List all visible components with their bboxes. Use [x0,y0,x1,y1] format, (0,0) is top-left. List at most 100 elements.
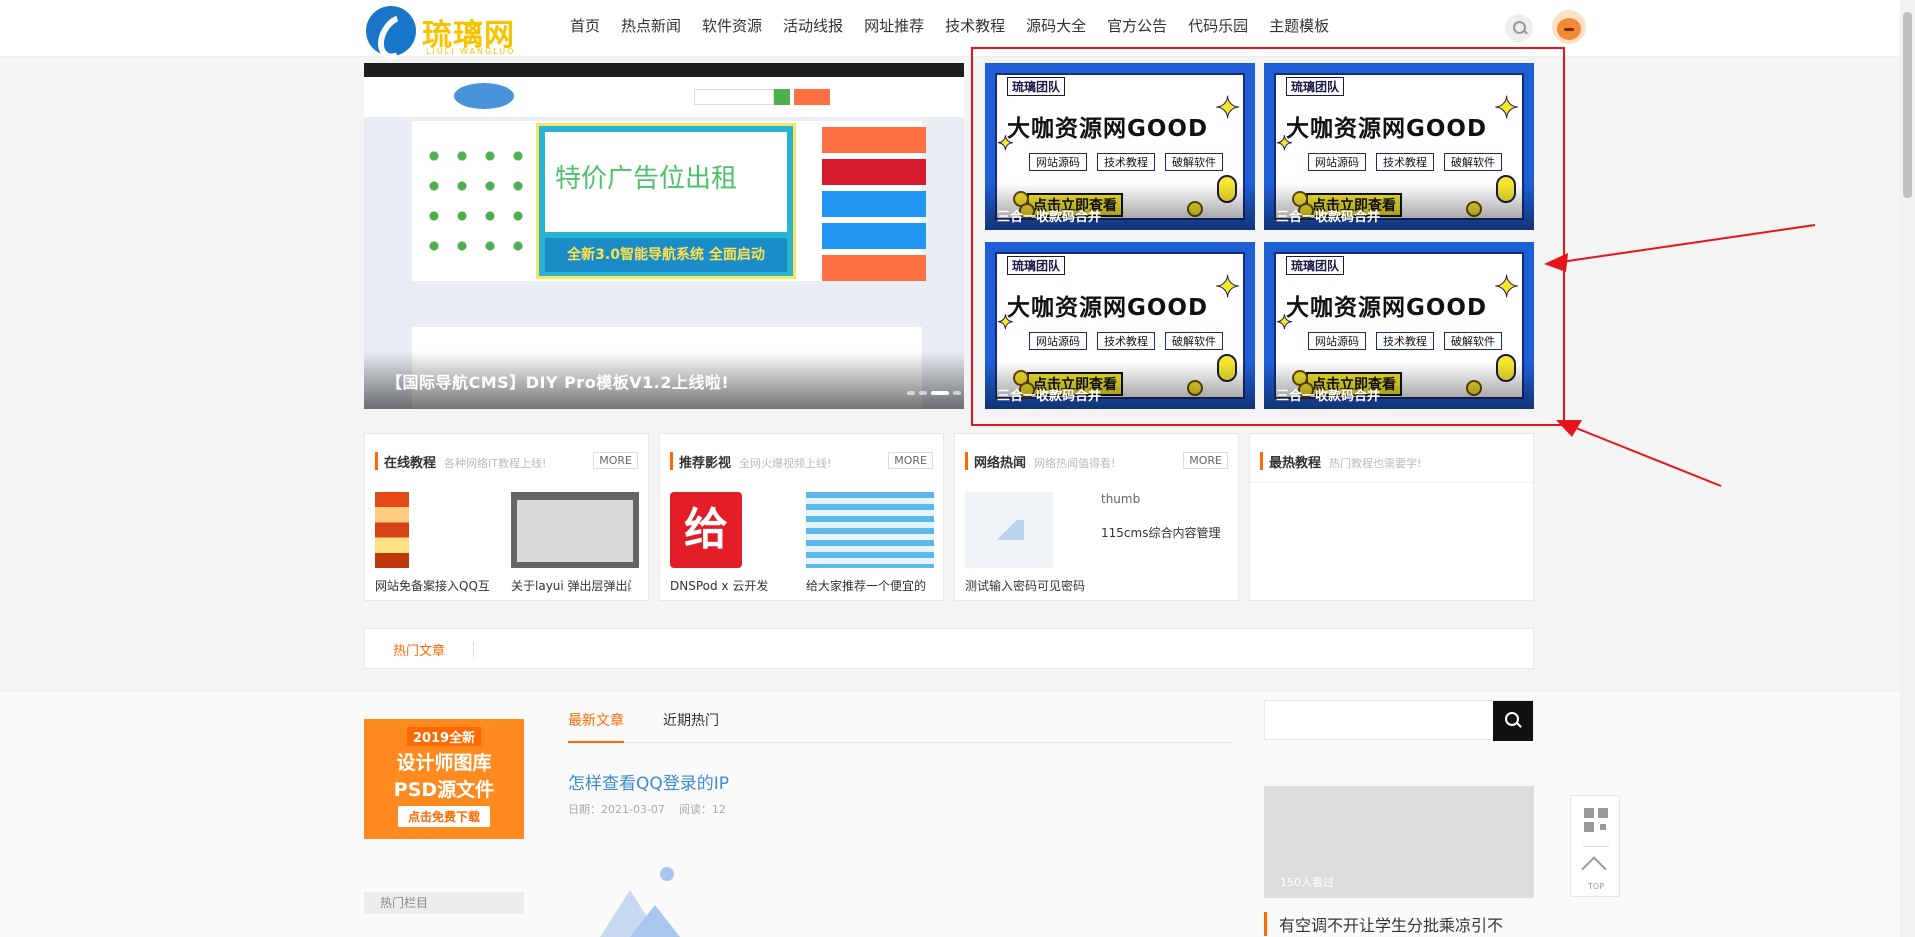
ad-tile[interactable]: 琉璃团队大咖资源网GOOD✦✦网站源码技术教程破解软件点击立即查看三合一收款码合… [985,242,1255,409]
broken-image-alt[interactable]: thumb [1101,492,1140,506]
ad-team-label: 琉璃团队 [1007,256,1066,275]
ad-tag: 网站源码 [1029,332,1087,350]
item-thumbnail[interactable]: 给 [670,492,742,568]
slider-dots[interactable] [907,391,964,395]
nav-item-themes[interactable]: 主题模板 [1269,16,1329,36]
more-button[interactable]: MORE [1183,452,1228,469]
back-to-top-label[interactable]: TOP [1571,882,1621,891]
slider-ad-banner: 特价广告位出租 全新3.0智能导航系统 全面启动 [536,123,796,279]
card-title: 最热教程 热门教程也需要学! [1260,452,1421,471]
slider-ad-handwriting: 特价广告位出租 [555,164,738,194]
hot-articles-label[interactable]: 热门文章 [393,640,445,659]
ad-tags: 网站源码 技术教程 破解软件 [1029,153,1233,171]
nav-item-source-code[interactable]: 源码大全 [1026,16,1086,36]
slider-dot[interactable] [919,391,927,395]
ad-tile[interactable]: 琉璃团队大咖资源网GOOD✦✦网站源码技术教程破解软件点击立即查看三合一收款码合… [1264,242,1534,409]
nav-item-home[interactable]: 首页 [570,16,600,36]
tab-recent-hot[interactable]: 近期热门 [663,710,719,743]
nav-item-announcements[interactable]: 官方公告 [1107,16,1167,36]
page-scrollbar[interactable] [1900,0,1915,937]
placeholder-image-icon[interactable] [965,492,1053,568]
item-title[interactable]: DNSPod x 云开发 [670,577,790,594]
card-divider [1250,482,1533,483]
item-title[interactable]: 关于layui 弹出层弹出闪 [511,577,631,594]
nav-item-activities[interactable]: 活动线报 [783,16,843,36]
item-thumbnail[interactable] [511,492,639,568]
slider-dot-active[interactable] [931,391,949,395]
item-thumbnail[interactable] [806,492,934,568]
ad-tag: 破解软件 [1444,153,1502,171]
avatar[interactable] [1552,10,1586,44]
featured-title[interactable]: 有空调不开让学生分批乘凉引不 [1264,912,1534,936]
post-title[interactable]: 怎样查看QQ登录的IP [568,769,729,794]
ad-tags: 网站源码 技术教程 破解软件 [1308,332,1512,350]
ad-tag: 技术教程 [1376,332,1434,350]
star-icon: ✦ [997,310,1015,335]
ad-headline: 大咖资源网GOOD [1007,116,1209,142]
ad-caption[interactable]: 三合一收款码合并 [1276,206,1380,225]
star-icon: ✦ [1276,310,1294,335]
back-to-top-icon[interactable] [1581,856,1607,882]
post-meta: 日期：2021-03-07 阅读：12 [568,803,726,816]
divider [473,642,474,657]
slider-side-ads [822,127,926,281]
star-icon: ✦ [997,131,1015,156]
nav-item-hot-news[interactable]: 热点新闻 [621,16,681,36]
ad-tags: 网站源码 技术教程 破解软件 [1308,153,1512,171]
ad-tag: 破解软件 [1444,332,1502,350]
slider-caption[interactable]: 【国际导航CMS】DIY Pro模板V1.2上线啦! [386,369,729,393]
ad-tag: 技术教程 [1097,153,1155,171]
slider-icon-grid [420,141,530,261]
search-icon[interactable] [1505,14,1533,42]
more-button[interactable]: MORE [593,452,638,469]
star-icon: ✦ [1276,131,1294,156]
slider-dot[interactable] [953,391,961,395]
ad-caption[interactable]: 三合一收款码合并 [997,206,1101,225]
slider-ad-canvas: 特价广告位出租 [545,132,787,232]
ad-tag: 网站源码 [1308,153,1366,171]
ad-caption[interactable]: 三合一收款码合并 [997,385,1101,404]
search-icon[interactable] [1493,701,1533,741]
site-header: 琉璃网络 LIULI WANGLUO 首页 热点新闻 软件资源 活动线报 网址推… [0,0,1900,97]
ad-tag: 技术教程 [1097,332,1155,350]
nav-item-software[interactable]: 软件资源 [702,16,762,36]
qr-code-icon[interactable] [1584,808,1608,832]
view-count: 150人看过 [1280,876,1334,889]
ad-caption[interactable]: 三合一收款码合并 [1276,385,1380,404]
star-icon: ✦ [1493,270,1520,306]
featured-image[interactable]: 150人看过 [1264,786,1534,898]
ad-tag: 网站源码 [1308,332,1366,350]
slider-screenshot-panel: 特价广告位出租 全新3.0智能导航系统 全面启动 [412,121,926,281]
placeholder-image-icon[interactable] [600,860,690,937]
ad-tag: 网站源码 [1029,153,1087,171]
hero-slider[interactable]: 特价广告位出租 全新3.0智能导航系统 全面启动 【国际导航CMS】DIY Pr… [364,63,964,409]
card-title: 网络热闻 网络热闻值得看! [965,452,1115,471]
item-title[interactable]: 给大家推荐一个便宜的 [806,577,926,594]
nav-item-sites[interactable]: 网址推荐 [864,16,924,36]
slider-logo-icon [454,83,514,109]
promo-line2: PSD源文件 [393,779,495,801]
ad-tile[interactable]: 琉璃团队大咖资源网GOOD✦✦网站源码技术教程破解软件点击立即查看三合一收款码合… [1264,63,1534,230]
nav-item-code-park[interactable]: 代码乐园 [1188,16,1248,36]
ad-tile[interactable]: 琉璃团队大咖资源网GOOD✦✦网站源码技术教程破解软件点击立即查看三合一收款码合… [985,63,1255,230]
nav-item-tutorials[interactable]: 技术教程 [945,16,1005,36]
ad-headline: 大咖资源网GOOD [1286,116,1488,142]
slider-screenshot-header [364,77,964,117]
site-logo[interactable]: 琉璃网络 LIULI WANGLUO [366,4,518,97]
logo-mark-icon [366,6,416,56]
scrollbar-thumb[interactable] [1903,12,1912,198]
item-title[interactable]: 115cms综合内容管理系 [1101,524,1221,541]
card-hot-news: 网络热闻 网络热闻值得看! MORE thumb 测试输入密码可见密码 115cm… [954,433,1239,601]
tab-latest[interactable]: 最新文章 [568,710,624,743]
promo-download-button[interactable]: 点击免费下载 [397,806,490,827]
hot-columns-title: 热门栏目 [364,892,524,914]
sidebar-search[interactable] [1264,700,1534,741]
slider-dot[interactable] [907,391,915,395]
item-title[interactable]: 网站免备案接入QQ互 [375,577,495,594]
promo-banner[interactable]: 2019全新 设计师图库 PSD源文件 点击免费下载 [364,719,524,839]
more-button[interactable]: MORE [888,452,933,469]
item-title[interactable]: 测试输入密码可见密码 [965,577,1085,594]
card-top-tutorials: 最热教程 热门教程也需要学! [1249,433,1534,601]
item-thumbnail[interactable] [375,492,409,568]
card-title: 推荐影视 全网火爆视频上线! [670,452,831,471]
